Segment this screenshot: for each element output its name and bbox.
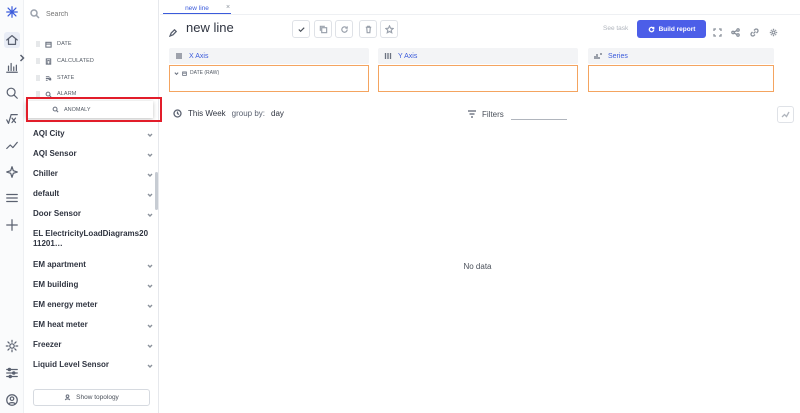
confirm-button[interactable]	[292, 20, 310, 38]
chevron-down-icon[interactable]	[147, 362, 153, 368]
list-icon	[176, 53, 182, 59]
check-icon	[297, 26, 305, 32]
filters-toggle[interactable]: Filters	[467, 109, 504, 119]
filter-icon	[468, 110, 476, 118]
field-item-state[interactable]: STATE	[36, 72, 74, 84]
sliders-icon[interactable]	[4, 365, 20, 381]
refresh-icon	[340, 25, 348, 33]
group-item[interactable]: EM energy meter	[33, 300, 153, 309]
group-item[interactable]: Door Sensor	[33, 209, 153, 218]
drag-handle-icon[interactable]	[36, 58, 40, 64]
report-title[interactable]: new line	[186, 20, 234, 35]
menu-icon[interactable]	[4, 190, 20, 206]
chevron-down-icon[interactable]	[147, 302, 153, 308]
refresh-icon	[648, 26, 654, 32]
chevron-down-icon[interactable]	[147, 131, 153, 137]
delete-button[interactable]	[359, 20, 377, 38]
trash-icon	[365, 25, 371, 33]
group-item[interactable]: AQI Sensor	[33, 149, 153, 158]
chevron-down-icon[interactable]	[147, 171, 153, 177]
formula-icon[interactable]	[4, 111, 20, 127]
data-sidebar: DATE CALCULATED STATE ALARM AQI City AQI…	[19, 0, 161, 413]
build-report-button[interactable]: Build report	[637, 20, 706, 38]
settings-icon[interactable]	[769, 24, 779, 37]
chevron-down-icon[interactable]	[147, 282, 153, 288]
y-axis-panel-header: Y Axis	[378, 48, 578, 64]
columns-icon	[384, 53, 392, 59]
chart-toggle-button[interactable]	[777, 106, 794, 123]
field-label: CALCULATED	[57, 58, 94, 64]
field-item-date[interactable]: DATE	[36, 38, 72, 50]
series-icon	[594, 53, 602, 59]
sidebar-scrollbar[interactable]	[155, 172, 158, 210]
y-axis-drop-zone[interactable]	[378, 65, 578, 92]
group-item[interactable]: EM building	[33, 280, 153, 289]
link-icon[interactable]	[750, 24, 760, 37]
home-icon[interactable]	[4, 32, 20, 48]
chevron-down-icon[interactable]	[147, 342, 153, 348]
drag-handle-icon[interactable]	[36, 41, 40, 47]
highlight-box	[26, 97, 162, 122]
series-panel-header: Series	[588, 48, 774, 64]
drag-handle-icon[interactable]	[36, 75, 40, 81]
period-selector[interactable]: This Week group by: day	[173, 109, 284, 118]
search-icon	[30, 9, 40, 19]
field-label: DATE	[57, 41, 72, 47]
group-by-value[interactable]: day	[271, 109, 284, 118]
topology-icon	[64, 394, 71, 401]
empty-state-text: No data	[463, 262, 492, 271]
group-item[interactable]: EL ElectricityLoadDiagrams2011201…	[33, 229, 161, 249]
logo-icon[interactable]	[4, 4, 20, 20]
duplicate-button[interactable]	[314, 20, 332, 38]
field-label: STATE	[57, 75, 75, 81]
show-topology-button[interactable]: Show topology	[33, 389, 150, 406]
field-item-calculated[interactable]: CALCULATED	[36, 55, 94, 67]
search-analytics-icon[interactable]	[4, 85, 20, 101]
x-axis-panel-header: X Axis	[169, 48, 369, 64]
chevron-down-icon[interactable]	[147, 211, 153, 217]
fullscreen-icon[interactable]	[713, 24, 723, 37]
star-icon	[384, 24, 394, 34]
calendar-icon	[45, 41, 52, 48]
calculator-icon	[45, 57, 52, 65]
x-axis-drop-zone[interactable]: DATE (RAW)	[169, 65, 369, 92]
tab-new-line[interactable]: new line	[163, 3, 231, 14]
series-drop-zone[interactable]	[588, 65, 774, 92]
chevron-down-icon[interactable]	[147, 151, 153, 157]
group-item[interactable]: EM heat meter	[33, 320, 153, 329]
group-item[interactable]: Liquid Level Sensor	[33, 360, 153, 369]
chevron-down-icon[interactable]	[147, 262, 153, 268]
add-icon[interactable]	[4, 217, 20, 233]
group-item[interactable]: Chiller	[33, 169, 153, 178]
filters-input[interactable]	[511, 110, 567, 120]
chevron-down-icon[interactable]	[147, 322, 153, 328]
collapse-sidebar-chevron-icon[interactable]	[18, 49, 28, 62]
group-item[interactable]: default	[33, 189, 153, 198]
chevron-down-icon[interactable]	[174, 71, 179, 76]
group-item[interactable]: AQI City	[33, 129, 153, 138]
sparkle-icon[interactable]	[4, 164, 20, 180]
group-item[interactable]: Freezer	[33, 340, 153, 349]
user-profile-icon[interactable]	[4, 392, 20, 408]
refresh-button[interactable]	[335, 20, 353, 38]
clock-icon	[173, 109, 182, 118]
line-chart-icon	[781, 111, 790, 118]
pencil-icon[interactable]	[168, 24, 178, 38]
chevron-down-icon[interactable]	[147, 191, 153, 197]
copy-icon	[319, 25, 327, 33]
field-chip[interactable]: DATE (RAW)	[174, 70, 219, 76]
state-icon	[45, 75, 52, 82]
search-input[interactable]	[46, 10, 136, 18]
group-item[interactable]: EM apartment	[33, 260, 153, 269]
favorite-button[interactable]	[380, 20, 398, 38]
settings-icon[interactable]	[4, 338, 20, 354]
calendar-icon	[182, 71, 187, 76]
share-icon[interactable]	[731, 24, 741, 37]
see-task-link[interactable]: See task	[603, 25, 628, 32]
tab-close-icon[interactable]: ×	[226, 4, 230, 11]
tab-divider	[160, 14, 800, 15]
sidebar-search[interactable]	[30, 6, 148, 22]
trend-icon[interactable]	[4, 137, 20, 153]
